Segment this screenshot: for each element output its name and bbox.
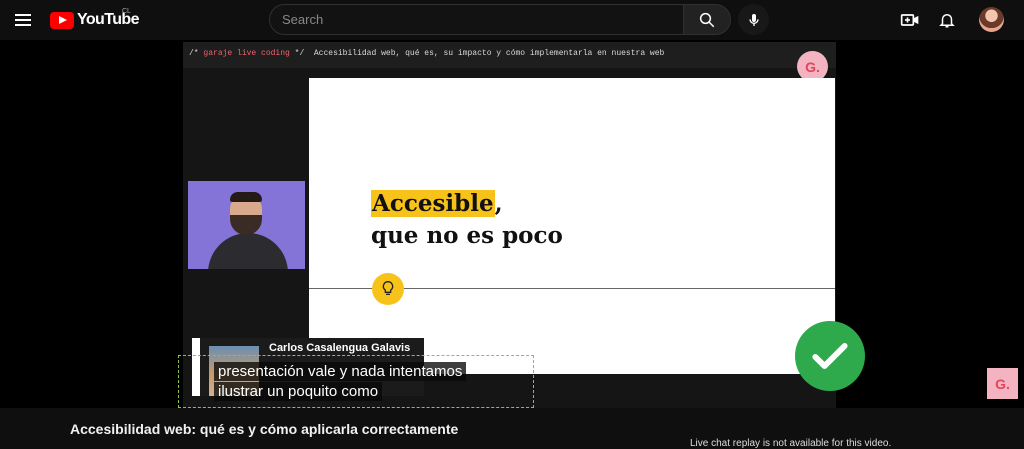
side-brand-logo: G. [987,368,1018,399]
bell-icon [939,14,955,28]
create-video-icon [900,14,919,26]
top-bar: YouTube CL [0,0,1024,40]
lightbulb-icon [372,273,404,305]
code-comment-open: /* [189,49,199,58]
stream-title-bar: /* garaje live coding */ Accesibilidad w… [183,42,836,68]
search-icon [699,12,715,27]
country-code: CL [122,8,131,15]
checkmark-icon [795,321,865,391]
caption-line: presentación vale y nada intentamos [214,362,467,381]
play-logo-icon [50,11,74,29]
search-button[interactable] [683,4,731,35]
video-info: Accesibilidad web: qué es y cómo aplicar… [0,408,1024,449]
menu-icon[interactable] [12,8,36,32]
channel-tag: garaje live coding [203,49,290,58]
slide-title: Accesible, que no es poco [371,188,563,252]
live-chat-note: Live chat replay is not available for th… [690,438,892,449]
video-title: Accesibilidad web: qué es y cómo aplicar… [70,421,459,437]
search-box [269,4,683,35]
code-comment-close: */ [294,49,305,58]
caption-line: ilustrar un poquito como [214,382,383,401]
voice-search-button[interactable] [738,4,769,35]
chat-author-name: Carlos Casalengua Galavis [269,342,411,354]
slide-comma: , [494,190,503,217]
stream-title: Accesibilidad web, qué es, su impacto y … [313,49,665,58]
webcam-feed [188,181,305,269]
video-player[interactable]: /* garaje live coding */ Accesibilidad w… [0,40,1024,408]
presentation-slide: Accesible, que no es poco [309,78,835,374]
captions-overlay[interactable]: presentación vale y nada intentamos ilus… [178,355,534,408]
video-frame[interactable]: /* garaje live coding */ Accesibilidad w… [183,42,865,408]
slide-highlight-word: Accesible [371,190,495,217]
slide-subtitle: que no es poco [371,222,563,249]
avatar[interactable] [979,7,1004,32]
create-button[interactable] [898,8,922,32]
notifications-button[interactable] [935,8,959,32]
search-input[interactable] [282,12,683,27]
microphone-icon [748,13,759,26]
